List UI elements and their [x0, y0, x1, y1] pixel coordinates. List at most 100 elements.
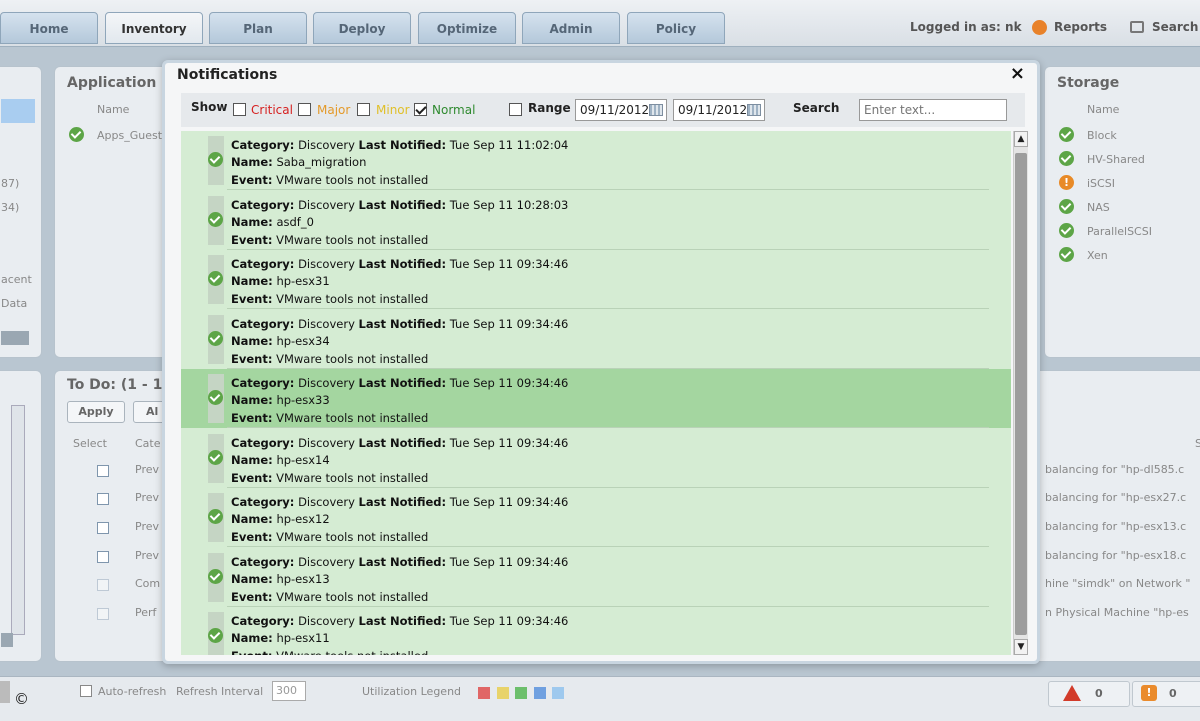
legend-label: Utilization Legend	[362, 685, 462, 698]
storage-item[interactable]: Xen	[1087, 249, 1108, 262]
notification-category-line: Category: Discovery Last Notified: Tue S…	[231, 376, 568, 390]
tab-plan[interactable]: Plan	[209, 12, 307, 44]
range-checkbox[interactable]	[509, 103, 522, 116]
name-label: Name:	[231, 155, 273, 169]
row-checkbox[interactable]	[97, 551, 109, 563]
todo-row[interactable]: Perf	[135, 606, 156, 619]
todo-row[interactable]: Prev	[135, 549, 159, 562]
legend-swatch	[478, 687, 490, 699]
name-label: Name:	[231, 512, 273, 526]
name-value: hp-esx33	[276, 393, 330, 407]
search-icon[interactable]	[1130, 21, 1144, 33]
category-value: Discovery	[298, 257, 355, 271]
normal-checkbox[interactable]	[414, 103, 427, 116]
todo-row[interactable]: Prev	[135, 463, 159, 476]
date-from-value: 09/11/2012	[580, 103, 650, 117]
scrollbar-thumb[interactable]	[1015, 153, 1027, 635]
auto-refresh-checkbox[interactable]	[80, 685, 92, 697]
tab-admin[interactable]: Admin	[522, 12, 620, 44]
calendar-icon[interactable]	[747, 104, 761, 116]
last-notified-label: Last Notified:	[358, 197, 447, 212]
date-to-field[interactable]: 09/11/2012	[673, 99, 765, 121]
search-input[interactable]	[859, 99, 1007, 121]
notification-item[interactable]: Category: Discovery Last Notified: Tue S…	[181, 250, 1011, 309]
category-label: Category:	[231, 495, 295, 509]
notification-item[interactable]: Category: Discovery Last Notified: Tue S…	[181, 607, 1011, 655]
dialog-title: Notifications	[177, 67, 278, 83]
refresh-interval-input[interactable]: 300	[272, 681, 306, 701]
name-value: hp-esx13	[276, 571, 330, 586]
panel-title: To Do: (1 - 1	[67, 377, 163, 393]
todo-row[interactable]: Prev	[135, 520, 159, 533]
scroll-down-icon[interactable]: ▼	[1014, 639, 1028, 655]
ok-status-icon	[1059, 199, 1074, 214]
date-from-field[interactable]: 09/11/2012	[575, 99, 667, 121]
list-scrollbar[interactable]: ▲ ▼	[1013, 131, 1028, 655]
notification-name-line: Name: hp-esx34	[231, 334, 330, 348]
event-label: Event:	[231, 649, 272, 655]
storage-item[interactable]: Block	[1087, 129, 1117, 142]
minor-checkbox[interactable]	[357, 103, 370, 116]
column-header: Name	[97, 103, 130, 116]
event-label: Event:	[231, 351, 273, 366]
notification-name-line: Name: asdf_0	[231, 215, 314, 229]
tab-policy[interactable]: Policy	[627, 12, 725, 44]
search-link[interactable]: Search	[1152, 20, 1198, 34]
left-fragment: Data	[1, 297, 28, 310]
notification-category-line: Category: Discovery Last Notified: Tue S…	[231, 614, 568, 628]
tab-optimize[interactable]: Optimize	[418, 12, 516, 44]
tab-home[interactable]: Home	[0, 12, 98, 44]
apply-button[interactable]: Apply	[67, 401, 125, 423]
category-value: Discovery	[298, 435, 355, 450]
notification-name-line: Name: hp-esx13	[231, 572, 330, 586]
notification-item[interactable]: Category: Discovery Last Notified: Tue S…	[181, 369, 1011, 428]
left-fragment: 34)	[1, 201, 20, 214]
storage-item[interactable]: ParallelSCSI	[1087, 225, 1152, 238]
left-lower-panel	[0, 370, 42, 662]
storage-item[interactable]: NAS	[1087, 201, 1110, 214]
ok-status-icon	[1059, 223, 1074, 238]
storage-item[interactable]: HV-Shared	[1087, 153, 1145, 166]
tab-inventory[interactable]: Inventory	[105, 12, 203, 44]
notification-name-line: Name: hp-esx14	[231, 453, 330, 467]
tab-deploy[interactable]: Deploy	[313, 12, 411, 44]
scroll-up-icon[interactable]: ▲	[1014, 131, 1028, 147]
event-label: Event:	[231, 530, 273, 544]
major-checkbox[interactable]	[298, 103, 311, 116]
name-value: hp-esx34	[276, 333, 330, 348]
left-edge-button[interactable]	[0, 681, 10, 703]
notification-item[interactable]: Category: Discovery Last Notified: Tue S…	[181, 191, 1011, 250]
row-checkbox[interactable]	[97, 522, 109, 534]
notification-category-line: Category: Discovery Last Notified: Tue S…	[231, 436, 568, 450]
scroll-handle[interactable]	[1, 331, 29, 345]
todo-row[interactable]: Com	[135, 577, 160, 590]
notification-item[interactable]: Category: Discovery Last Notified: Tue S…	[181, 548, 1011, 607]
notification-item[interactable]: Category: Discovery Last Notified: Tue S…	[181, 429, 1011, 488]
status-bar: © Auto-refresh Refresh Interval 300 Util…	[0, 676, 1200, 721]
last-notified-value: Tue Sep 11 11:02:04	[449, 138, 569, 152]
normal-label: Normal	[432, 103, 476, 117]
row-checkbox[interactable]	[97, 465, 109, 477]
storage-item[interactable]: iSCSI	[1087, 177, 1115, 190]
warning-alerts-box[interactable]: ! 0	[1132, 681, 1200, 707]
scrollbar[interactable]	[11, 405, 25, 635]
scroll-handle[interactable]	[1, 633, 13, 647]
name-value: hp-esx14	[276, 452, 330, 467]
row-checkbox[interactable]	[97, 579, 109, 591]
notification-item[interactable]: Category: Discovery Last Notified: Tue S…	[181, 488, 1011, 547]
row-checkbox[interactable]	[97, 608, 109, 620]
normal-status-icon	[208, 568, 223, 584]
row-checkbox[interactable]	[97, 493, 109, 505]
close-icon[interactable]: ×	[1010, 63, 1025, 84]
critical-alerts-box[interactable]: 0	[1048, 681, 1130, 707]
notification-item[interactable]: Category: Discovery Last Notified: Tue S…	[181, 131, 1011, 190]
warning-alert-icon: !	[1141, 685, 1157, 701]
calendar-icon[interactable]	[649, 104, 663, 116]
critical-checkbox[interactable]	[233, 103, 246, 116]
name-value: hp-esx11	[276, 631, 330, 645]
notification-item[interactable]: Category: Discovery Last Notified: Tue S…	[181, 310, 1011, 369]
notification-name-line: Name: hp-esx11	[231, 631, 330, 645]
todo-row[interactable]: Prev	[135, 491, 159, 504]
reports-link[interactable]: Reports	[1054, 20, 1107, 34]
reports-icon[interactable]	[1032, 20, 1047, 35]
